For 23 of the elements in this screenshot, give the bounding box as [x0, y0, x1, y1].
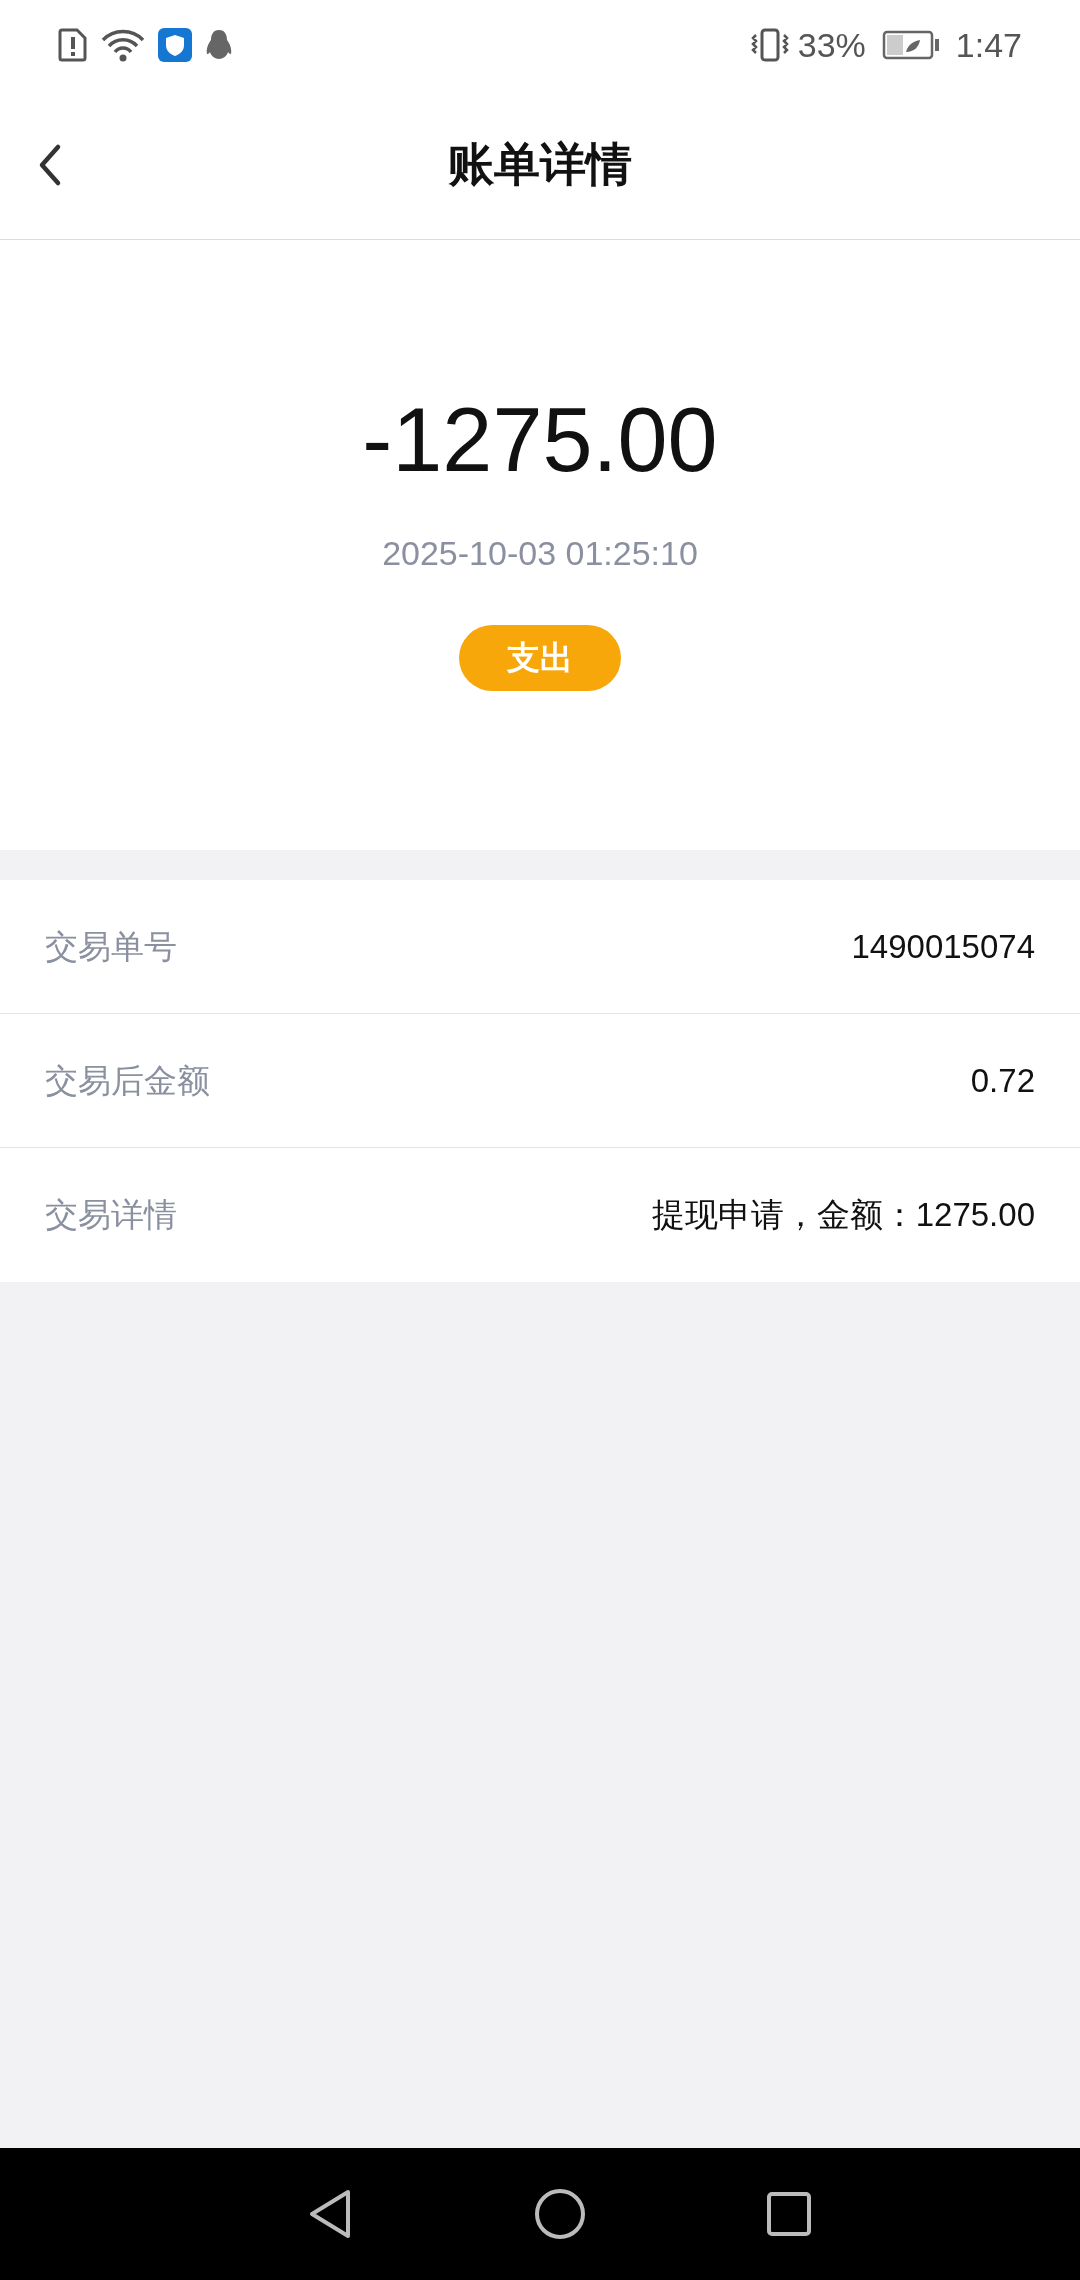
detail-label: 交易详情 — [45, 1195, 177, 1236]
nav-home-button[interactable] — [534, 2188, 586, 2240]
amount-text: -1275.00 — [362, 390, 718, 490]
shield-app-icon — [158, 28, 192, 62]
battery-icon — [881, 30, 940, 60]
wifi-icon — [100, 28, 146, 62]
detail-value: 0.72 — [970, 1060, 1035, 1101]
vibrate-icon — [749, 27, 790, 63]
detail-value: 1490015074 — [851, 926, 1035, 967]
transaction-datetime: 2025-10-03 01:25:10 — [382, 533, 698, 574]
sim-alert-icon — [58, 28, 88, 62]
penguin-icon — [204, 28, 234, 62]
nav-recents-button[interactable] — [766, 2191, 812, 2237]
clock-time: 1:47 — [955, 24, 1022, 66]
back-icon — [38, 142, 62, 187]
page-title: 账单详情 — [448, 137, 632, 192]
detail-label: 交易后金额 — [45, 1060, 210, 1101]
detail-label: 交易单号 — [45, 926, 177, 967]
square-icon — [766, 2191, 812, 2237]
detail-value: 提现申请，金额：1275.00 — [651, 1195, 1035, 1236]
expense-tag: 支出 — [459, 625, 621, 691]
battery-percent: 33% — [797, 24, 866, 66]
circle-icon — [534, 2188, 586, 2240]
